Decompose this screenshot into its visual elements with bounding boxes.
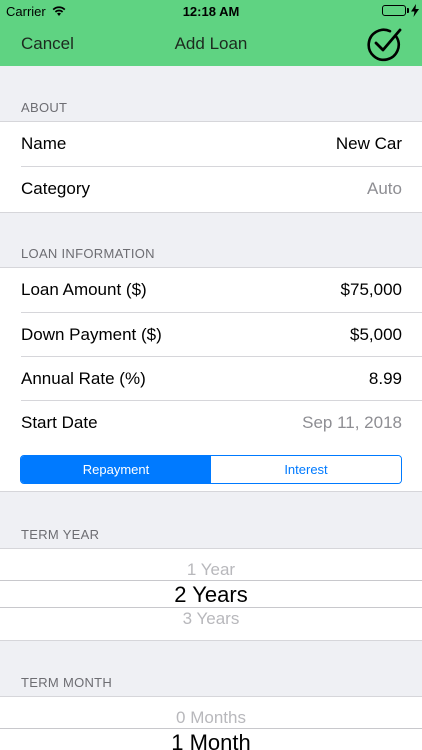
picker-selection-bottom-line: [0, 607, 422, 608]
picker-option-above[interactable]: 1 Year: [0, 560, 422, 580]
loan-amount-value[interactable]: $75,000: [341, 280, 402, 300]
picker-option-selected[interactable]: 2 Years: [0, 582, 422, 608]
name-value[interactable]: New Car: [336, 134, 402, 154]
term-month-picker[interactable]: 0 Months 1 Month: [0, 697, 422, 750]
down-payment-value[interactable]: $5,000: [350, 325, 402, 345]
picker-option-above[interactable]: 0 Months: [0, 708, 422, 728]
loan-amount-row[interactable]: Loan Amount ($) $75,000: [0, 268, 422, 313]
status-bar: Carrier 12:18 AM: [0, 0, 422, 22]
annual-rate-row[interactable]: Annual Rate (%) 8.99: [0, 357, 422, 402]
loan-type-cell: Repayment Interest: [0, 445, 422, 491]
segment-interest[interactable]: Interest: [211, 456, 401, 483]
annual-rate-label: Annual Rate (%): [21, 369, 146, 388]
term-month-section-header: TERM MONTH: [21, 675, 113, 690]
battery-icon: [382, 5, 406, 16]
divider: [0, 491, 422, 492]
charging-bolt-icon: [411, 4, 419, 17]
about-section-header: ABOUT: [21, 100, 68, 115]
down-payment-label: Down Payment ($): [21, 325, 162, 344]
divider: [0, 212, 422, 213]
name-row[interactable]: Name New Car: [0, 122, 422, 167]
annual-rate-value[interactable]: 8.99: [369, 369, 402, 389]
down-payment-row[interactable]: Down Payment ($) $5,000: [0, 313, 422, 358]
segment-repayment[interactable]: Repayment: [21, 456, 211, 483]
category-value[interactable]: Auto: [367, 179, 402, 199]
category-row[interactable]: Category Auto: [0, 167, 422, 212]
start-date-row[interactable]: Start Date Sep 11, 2018: [0, 401, 422, 446]
picker-option-below[interactable]: 3 Years: [0, 609, 422, 629]
loan-type-segmented-control[interactable]: Repayment Interest: [20, 455, 402, 484]
term-year-section-header: TERM YEAR: [21, 527, 100, 542]
loan-amount-label: Loan Amount ($): [21, 280, 147, 299]
divider: [0, 640, 422, 641]
term-year-picker[interactable]: 1 Year 2 Years 3 Years: [0, 549, 422, 640]
navigation-bar: Cancel Add Loan: [0, 22, 422, 66]
picker-option-selected[interactable]: 1 Month: [0, 730, 422, 750]
loan-info-section-header: LOAN INFORMATION: [21, 246, 155, 261]
picker-selection-top-line: [0, 580, 422, 581]
battery-tip: [407, 8, 409, 13]
clock: 12:18 AM: [182, 4, 240, 19]
start-date-value[interactable]: Sep 11, 2018: [302, 413, 402, 433]
save-checkmark-icon[interactable]: [366, 26, 402, 62]
category-label: Category: [21, 179, 90, 198]
page-title: Add Loan: [174, 34, 248, 53]
picker-selection-top-line: [0, 728, 422, 729]
start-date-label: Start Date: [21, 413, 98, 432]
name-label: Name: [21, 134, 67, 153]
